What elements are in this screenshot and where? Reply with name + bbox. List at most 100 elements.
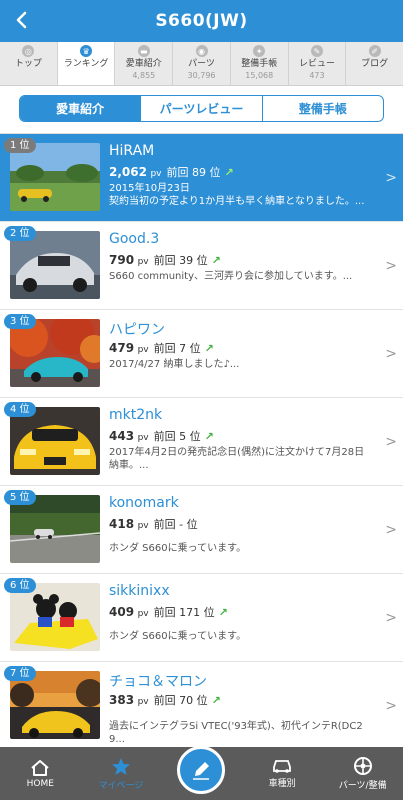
tab-label: パーツ [188, 59, 215, 69]
user-name-link[interactable]: Good.3 [109, 231, 159, 247]
user-name-link[interactable]: konomark [109, 495, 179, 511]
entry-text: ホンダ S660に乗っています。 [109, 543, 247, 554]
car-icon: ▬ [137, 45, 150, 57]
nav-label: パーツ/整備 [338, 781, 387, 791]
entry-text: 2017年4月2日の発売記念日(偶然)に注文かけて7月28日納車。... [109, 447, 365, 471]
top-icon: ◎ [22, 45, 35, 57]
entry-description: 2017/4/27 納車しました♪... [109, 358, 371, 371]
star-icon [111, 757, 130, 775]
chevron-right-icon: > [385, 698, 397, 714]
pv-unit: pv [137, 609, 149, 619]
blog-icon: ✐ [368, 45, 381, 57]
trend-up-icon: ↗ [211, 694, 221, 707]
pv-unit: pv [150, 169, 162, 179]
tab-parts[interactable]: ◉ パーツ 30,796 [173, 42, 231, 85]
pv-stats: 383 pv 前回 70 位 ↗ [109, 692, 221, 708]
user-name-link[interactable]: sikkinixx [109, 583, 170, 599]
rank-badge: 1 位 [4, 138, 36, 153]
ranking-row[interactable]: 4 位 mkt2nk 443 pv 前回 5 位 ↗ 2017年4月2日の発売記念日… [0, 398, 403, 486]
chevron-right-icon: > [385, 170, 397, 186]
tab-count: 473 [309, 71, 325, 80]
chevron-right-icon: > [385, 434, 397, 450]
car-icon [273, 760, 291, 773]
pv-count: 383 [109, 693, 135, 707]
entry-text: 契約当初の予定より1か月半も早く納車となりました。... [109, 196, 365, 207]
entry-text: 2017/4/27 納車しました♪... [109, 359, 240, 370]
pv-stats: 479 pv 前回 7 位 ↗ [109, 340, 214, 356]
nav-mypage[interactable]: マイページ [81, 747, 162, 800]
entry-description: 2015年10月23日契約当初の予定より1か月半も早く納車となりました。... [109, 182, 371, 208]
user-name-link[interactable]: HiRAM [109, 143, 154, 159]
wrench-icon: ✦ [253, 45, 266, 57]
pv-count: 409 [109, 605, 135, 619]
entry-description: S660 community、三河弄り会に参加しています。... [109, 270, 371, 283]
chevron-left-icon [16, 11, 27, 29]
pv-unit: pv [137, 433, 149, 443]
tab-top[interactable]: ◎ トップ [0, 42, 58, 85]
trend-up-icon: ↗ [218, 606, 228, 619]
tab-label: トップ [14, 59, 42, 69]
review-icon: ✎ [310, 45, 323, 57]
entry-description: 過去にインテグラSi VTEC('93年式)、初代インテR(DC2 9... [109, 720, 371, 746]
tab-ranking[interactable]: ♛ ランキング [57, 42, 116, 85]
previous-rank: 前回 5 位 [153, 430, 201, 443]
home-icon [31, 759, 49, 776]
pv-count: 418 [109, 517, 135, 531]
bottom-navigation: HOME マイページ 車種別 パーツ/整備 [0, 746, 403, 800]
nav-by-model[interactable]: 車種別 [242, 747, 323, 800]
rank-badge: 5 位 [4, 490, 36, 505]
ranking-row[interactable]: 7 位 チョコ＆マロン 383 pv 前回 70 位 ↗ 過去にインテグラSi VT… [0, 662, 403, 747]
tab-blog[interactable]: ✐ ブログ [346, 42, 403, 85]
tab-label: 整備手帳 [241, 59, 278, 69]
back-button[interactable] [8, 6, 36, 34]
steering-wheel-icon: ◉ [195, 45, 208, 57]
rank-badge: 3 位 [4, 314, 36, 329]
pv-stats: 443 pv 前回 5 位 ↗ [109, 428, 214, 444]
entry-text: ホンダ S660に乗っています。 [109, 631, 247, 642]
segment-maintenance[interactable]: 整備手帳 [263, 96, 383, 121]
segment-parts-review[interactable]: パーツレビュー [141, 96, 263, 121]
user-name-link[interactable]: mkt2nk [109, 407, 162, 423]
pv-unit: pv [137, 257, 149, 267]
page-title: S660(JW) [155, 11, 248, 31]
pv-stats: 2,062 pv 前回 89 位 ↗ [109, 164, 234, 180]
tab-car-intro[interactable]: ▬ 愛車紹介 4,855 [115, 42, 174, 85]
ranking-row[interactable]: 5 位 konomark 418 pv 前回 - 位 ホンダ S660に乗っていま… [0, 486, 403, 574]
ranking-category-segment: 愛車紹介 パーツレビュー 整備手帳 [19, 95, 384, 122]
previous-rank: 前回 39 位 [153, 254, 208, 267]
entry-description: 2017年4月2日の発売記念日(偶然)に注文かけて7月28日納車。... [109, 446, 371, 472]
tab-maintenance[interactable]: ✦ 整備手帳 15,068 [231, 42, 289, 85]
car-photo [10, 319, 100, 387]
rank-badge: 2 位 [4, 226, 36, 241]
entry-date: 2015年10月23日 [109, 183, 190, 194]
tab-count: 30,796 [187, 71, 216, 80]
ranking-row[interactable]: 3 位 ハピワン 479 pv 前回 7 位 ↗ 2017/4/27 納車しました♪… [0, 310, 403, 398]
post-button[interactable] [177, 746, 226, 794]
user-name-link[interactable]: ハピワン [109, 319, 165, 339]
app-header: S660(JW) [0, 0, 403, 42]
tab-label: ランキング [63, 59, 109, 69]
tab-label: 愛車紹介 [125, 59, 162, 69]
entry-text: S660 community、三河弄り会に参加しています。... [109, 271, 353, 282]
ranking-row[interactable]: 1 位 HiRAM 2,062 pv 前回 89 位 ↗ 2015年10月23日契約… [0, 134, 403, 222]
segment-car-intro[interactable]: 愛車紹介 [20, 96, 142, 121]
pv-unit: pv [137, 697, 149, 707]
rank-badge: 6 位 [4, 578, 36, 593]
nav-parts-maintenance[interactable]: パーツ/整備 [322, 747, 403, 800]
ranking-row[interactable]: 6 位 sikkinixx 409 pv 前回 171 位 ↗ ホンダ S660に乗… [0, 574, 403, 662]
wheel-icon [353, 757, 372, 775]
car-photo [10, 143, 100, 211]
entry-description: ホンダ S660に乗っています。 [109, 542, 371, 555]
pv-stats: 418 pv 前回 - 位 [109, 516, 198, 532]
car-photo [10, 407, 100, 475]
tab-review[interactable]: ✎ レビュー 473 [289, 42, 347, 85]
user-name-link[interactable]: チョコ＆マロン [109, 671, 207, 691]
chevron-right-icon: > [385, 522, 397, 538]
previous-rank: 前回 - 位 [153, 518, 198, 531]
chevron-right-icon: > [385, 258, 397, 274]
nav-home[interactable]: HOME [0, 747, 81, 800]
ranking-row[interactable]: 2 位 Good.3 790 pv 前回 39 位 ↗ S660 community… [0, 222, 403, 310]
nav-post[interactable] [161, 746, 242, 800]
nav-label: HOME [26, 778, 54, 789]
trend-up-icon: ↗ [204, 430, 214, 443]
